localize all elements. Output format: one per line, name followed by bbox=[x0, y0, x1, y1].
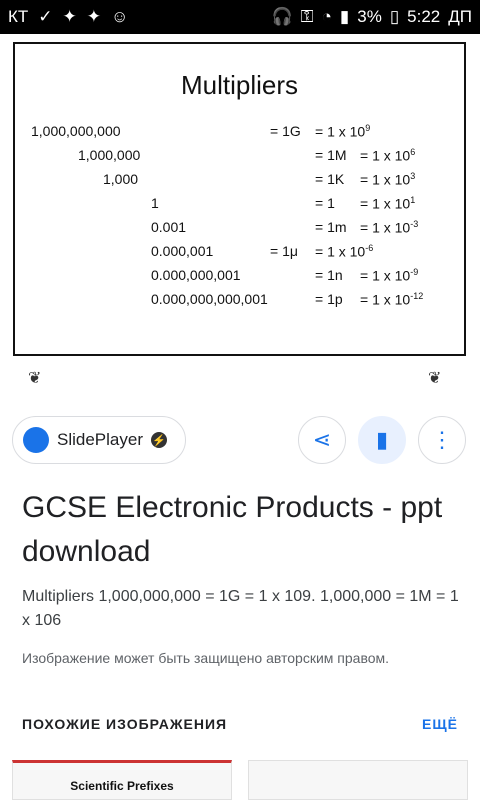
wifi-icon: ◔ bbox=[321, 7, 332, 26]
ornament-left-icon: ❦ bbox=[28, 370, 42, 387]
row-pow: = 1 x 103 bbox=[360, 171, 416, 188]
headphones-icon: 🎧 bbox=[271, 7, 293, 26]
similar-thumbnail[interactable] bbox=[248, 760, 468, 800]
clock: 5:22 bbox=[407, 7, 441, 26]
thumbnail-title: Scientific Prefixes bbox=[70, 779, 174, 793]
bolt-icon: ⚡ bbox=[151, 432, 167, 448]
row-num: 1 bbox=[151, 195, 159, 211]
row-eq: = 1p bbox=[315, 291, 343, 307]
result-description: Multipliers 1,000,000,000 = 1G = 1 x 109… bbox=[22, 588, 459, 629]
row-eq: = 1n bbox=[315, 267, 343, 283]
status-bar: КТ ✓ ✦ ✦ ☺ 🎧 ⚿ ◔ ▮ 3% ▯ 5:22 ДП bbox=[0, 0, 480, 34]
row-eq: = 1G bbox=[270, 123, 301, 139]
row-eq: = 1K bbox=[315, 171, 345, 187]
ornament-right-icon: ❦ bbox=[428, 370, 442, 387]
broom-icon: ✦ bbox=[62, 7, 77, 26]
battery-icon: ▯ bbox=[389, 7, 400, 26]
row-num: 0.000,000,000,001 bbox=[151, 291, 268, 307]
row-pow: = 1 x 10-12 bbox=[360, 291, 424, 308]
key-icon: ⚿ bbox=[300, 7, 314, 26]
row-num: 0.000,001 bbox=[151, 243, 214, 259]
more-link[interactable]: ЕЩЁ bbox=[422, 716, 458, 732]
row-pow: = 1 x 10-6 bbox=[315, 243, 374, 260]
row-num: 0.001 bbox=[151, 219, 187, 235]
slide-title: Multipliers bbox=[180, 70, 299, 100]
source-label: SlidePlayer bbox=[57, 430, 143, 449]
share-icon: ⋖ bbox=[312, 427, 332, 452]
row-pow: = 1 x 10-3 bbox=[360, 219, 419, 236]
globe-icon bbox=[23, 427, 49, 453]
similar-thumbnail[interactable]: Scientific Prefixes bbox=[12, 760, 232, 800]
broom-icon-2: ✦ bbox=[86, 7, 102, 26]
row-eq: = 1μ bbox=[270, 243, 298, 259]
source-chip[interactable]: SlidePlayer ⚡ bbox=[12, 416, 186, 464]
row-pow: = 1 x 10-9 bbox=[360, 267, 419, 284]
result-title[interactable]: GCSE Electronic Products - ppt download bbox=[22, 486, 462, 573]
row-pow: = 1 x 106 bbox=[360, 147, 416, 164]
copyright-notice: Изображение может быть защищено авторски… bbox=[22, 650, 390, 666]
bookmark-icon: ▮ bbox=[375, 427, 389, 452]
smiley-icon: ☺ bbox=[111, 7, 129, 26]
more-options-button[interactable]: ⋮ bbox=[418, 416, 466, 464]
battery-percent: 3% bbox=[357, 7, 382, 26]
row-eq: = 1M bbox=[315, 147, 347, 163]
row-num: 1,000,000 bbox=[78, 147, 141, 163]
share-button[interactable]: ⋖ bbox=[298, 416, 346, 464]
signal-icon: ▮ bbox=[339, 7, 350, 26]
carrier-label: КТ bbox=[8, 7, 29, 26]
row-pow: = 1 x 101 bbox=[360, 195, 416, 212]
row-num: 1,000 bbox=[103, 171, 139, 187]
row-eq: = 1m bbox=[315, 219, 347, 235]
check-icon: ✓ bbox=[38, 7, 53, 26]
ampm: ДП bbox=[448, 7, 472, 26]
save-button[interactable]: ▮ bbox=[358, 416, 406, 464]
row-pow: = 1 x 109 bbox=[315, 123, 371, 140]
image-preview[interactable]: Multipliers 1,000,000,000 = 1G = 1 x 109… bbox=[0, 34, 480, 394]
row-num: 0.000,000,001 bbox=[151, 267, 241, 283]
similar-images-heading: ПОХОЖИЕ ИЗОБРАЖЕНИЯ bbox=[22, 716, 228, 732]
row-num: 1,000,000,000 bbox=[31, 123, 121, 139]
more-vert-icon: ⋮ bbox=[431, 427, 453, 452]
slide-image[interactable]: Multipliers 1,000,000,000 = 1G = 1 x 109… bbox=[13, 42, 466, 356]
row-eq: = 1 bbox=[315, 195, 335, 211]
